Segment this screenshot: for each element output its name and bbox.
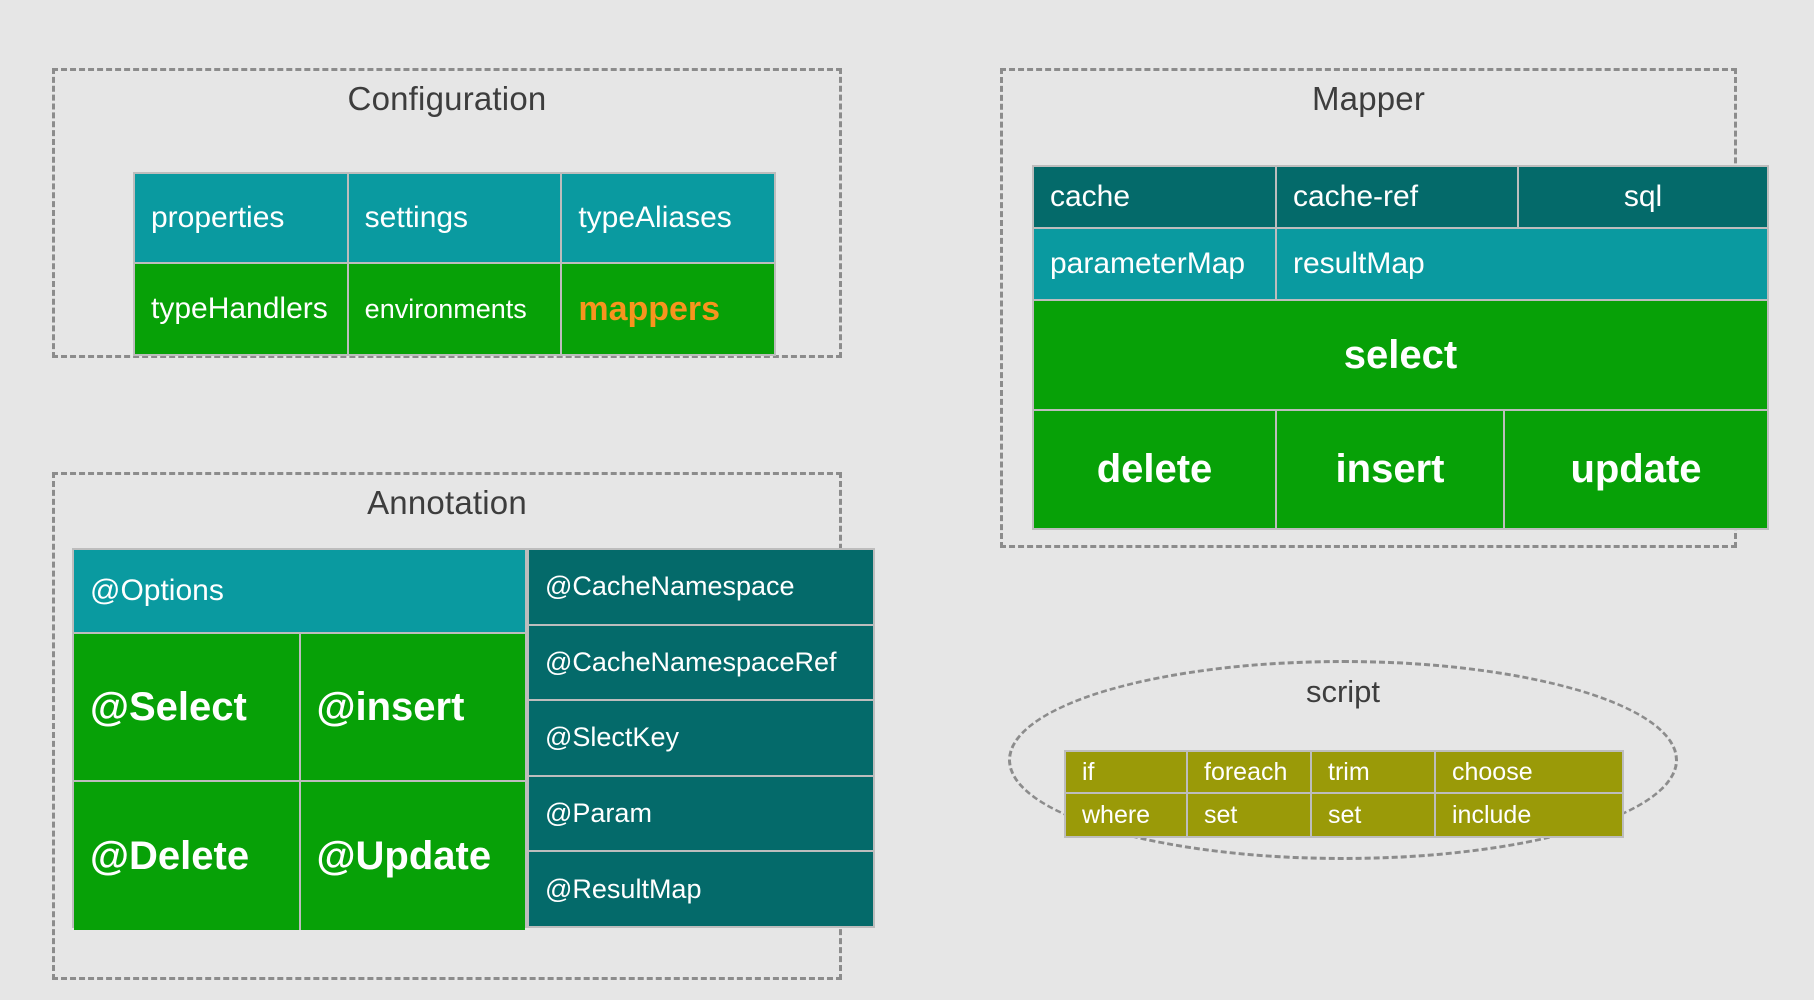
table-row: parameterMap resultMap bbox=[1034, 229, 1767, 301]
table-cell: typeHandlers bbox=[135, 264, 349, 354]
table-cell: foreach bbox=[1188, 752, 1312, 794]
table-row: if foreach trim choose bbox=[1066, 752, 1622, 794]
mapper-table: cache cache-ref sql parameterMap resultMap se… bbox=[1032, 165, 1769, 530]
table-cell: if bbox=[1066, 752, 1188, 794]
table-row: @Select @insert bbox=[74, 634, 525, 782]
table-cell: typeAliases bbox=[562, 174, 775, 264]
table-cell: include bbox=[1436, 794, 1622, 836]
table-cell: @CacheNamespace bbox=[529, 550, 873, 626]
table-cell: @Delete bbox=[74, 782, 301, 930]
script-group-title: script bbox=[1305, 674, 1381, 709]
table-cell: @CacheNamespaceRef bbox=[529, 625, 873, 702]
table-cell: update bbox=[1505, 411, 1767, 528]
table-row: @Delete @Update bbox=[74, 782, 525, 930]
table-cell: resultMap bbox=[1277, 229, 1767, 301]
table-cell: cache-ref bbox=[1277, 167, 1519, 229]
table-cell: @ResultMap bbox=[529, 852, 873, 926]
table-row: @CacheNamespaceRef bbox=[529, 625, 873, 702]
table-cell: parameterMap bbox=[1034, 229, 1277, 301]
table-row: delete insert update bbox=[1034, 411, 1767, 528]
table-row: cache cache-ref sql bbox=[1034, 167, 1767, 229]
table-cell: mappers bbox=[562, 264, 775, 354]
table-row: @SlectKey bbox=[529, 701, 873, 777]
table-row: @ResultMap bbox=[529, 852, 873, 926]
annotation-group-title: Annotation bbox=[367, 484, 527, 521]
table-cell: cache bbox=[1034, 167, 1277, 229]
table-row: @Param bbox=[529, 776, 873, 853]
table-cell: properties bbox=[135, 174, 349, 264]
table-cell: set bbox=[1312, 794, 1436, 836]
table-cell: select bbox=[1034, 301, 1767, 411]
table-row: @Options bbox=[74, 550, 525, 634]
table-cell: @insert bbox=[300, 634, 525, 782]
table-cell: set bbox=[1188, 794, 1312, 836]
table-row: typeHandlers environments mappers bbox=[135, 264, 775, 354]
table-cell: @Update bbox=[300, 782, 525, 930]
table-cell: settings bbox=[348, 174, 563, 264]
table-cell: choose bbox=[1436, 752, 1622, 794]
table-cell: trim bbox=[1312, 752, 1436, 794]
annotation-left-table: @Options @Select @insert @Delete @Update bbox=[72, 548, 527, 930]
configuration-table: properties settings typeAliases typeHandler… bbox=[133, 172, 776, 356]
table-cell: @SlectKey bbox=[529, 701, 873, 777]
configuration-group-title: Configuration bbox=[347, 80, 547, 117]
annotation-right-table: @CacheNamespace @CacheNamespaceRef @SlectK… bbox=[527, 548, 875, 928]
table-cell: @Options bbox=[74, 550, 525, 634]
table-cell: delete bbox=[1034, 411, 1277, 528]
table-cell: sql bbox=[1519, 167, 1767, 229]
table-row: select bbox=[1034, 301, 1767, 411]
table-row: where set set include bbox=[1066, 794, 1622, 836]
table-cell: where bbox=[1066, 794, 1188, 836]
mapper-group-title: Mapper bbox=[1311, 80, 1426, 117]
table-cell: @Select bbox=[74, 634, 301, 782]
table-cell: @Param bbox=[529, 776, 873, 853]
table-cell: environments bbox=[348, 264, 563, 354]
script-table: if foreach trim choose where set set include bbox=[1064, 750, 1624, 838]
table-row: @CacheNamespace bbox=[529, 550, 873, 626]
table-row: properties settings typeAliases bbox=[135, 174, 775, 264]
table-cell: insert bbox=[1277, 411, 1505, 528]
